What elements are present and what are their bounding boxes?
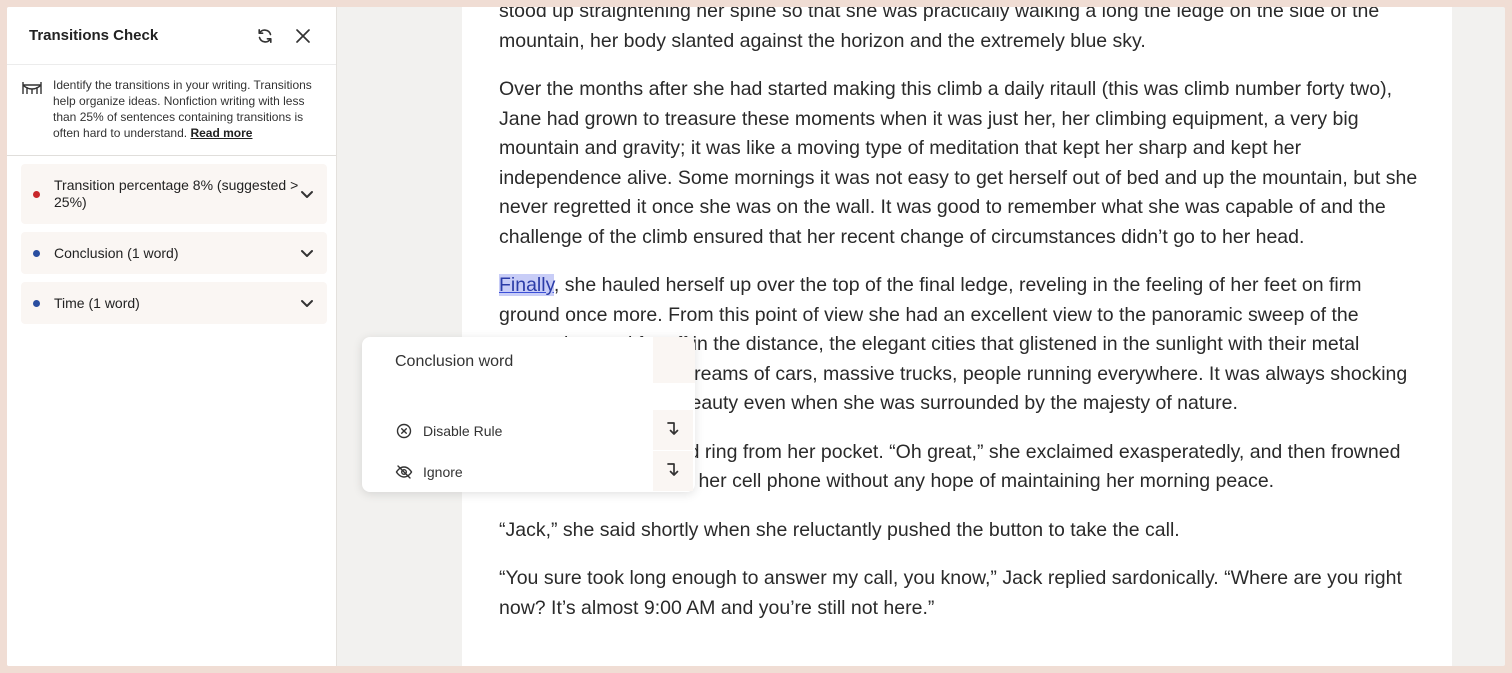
sidebar-item-label: Time (1 word) (54, 294, 140, 311)
status-dot (33, 190, 40, 198)
sidebar-item-label: Transition percentage 8% (suggested > 25… (54, 177, 299, 210)
suggestion-popup: Conclusion word Disable Rule Ignore (362, 337, 695, 492)
popup-corner (653, 337, 695, 383)
sidebar-description-text: Identify the transitions in your writing… (53, 78, 312, 140)
apply-arrow-button[interactable] (653, 410, 693, 450)
disable-rule-button[interactable]: Disable Rule (395, 422, 502, 440)
bridge-icon (21, 79, 45, 141)
eye-slash-icon (395, 463, 413, 481)
highlighted-transition-word[interactable]: Finally (499, 274, 554, 296)
sidebar-item-transition-percentage[interactable]: Transition percentage 8% (suggested > 25… (21, 164, 327, 224)
chevron-down-icon (299, 295, 315, 311)
apply-arrow-button[interactable] (653, 451, 693, 491)
status-dot (33, 249, 40, 257)
turn-down-arrow-icon (666, 420, 680, 441)
sidebar-item-time[interactable]: Time (1 word) (21, 282, 327, 324)
ignore-button[interactable]: Ignore (395, 463, 463, 481)
status-dot (33, 299, 40, 307)
app-frame: Transitions Check Identify the transitio… (7, 7, 1505, 666)
refresh-icon[interactable] (254, 25, 276, 47)
sidebar-description: Identify the transitions in your writing… (7, 65, 336, 156)
chevron-down-icon (299, 186, 315, 202)
transitions-sidebar: Transitions Check Identify the transitio… (7, 7, 337, 666)
paragraph: “Jack,” she said shortly when she reluct… (499, 518, 1180, 541)
circle-x-icon (395, 422, 413, 440)
read-more-link[interactable]: Read more (190, 126, 252, 140)
sidebar-header-actions (254, 25, 314, 47)
popup-title: Conclusion word (395, 353, 514, 370)
paragraph: Over the months after she had started ma… (499, 78, 1418, 248)
sidebar-item-label: Conclusion (1 word) (54, 244, 179, 261)
turn-down-arrow-icon (666, 461, 680, 482)
sidebar-header: Transitions Check (7, 7, 336, 65)
disable-rule-label: Disable Rule (423, 423, 503, 439)
chevron-down-icon (299, 245, 315, 261)
sidebar-title: Transitions Check (29, 27, 159, 44)
paragraph: “You sure took long enough to answer my … (499, 567, 1402, 619)
document-text[interactable]: stood up straightening her spine so that… (499, 7, 1419, 642)
sidebar-item-conclusion[interactable]: Conclusion (1 word) (21, 232, 327, 274)
ignore-label: Ignore (423, 464, 463, 480)
close-icon[interactable] (292, 25, 314, 47)
paragraph: stood up straightening her spine so that… (499, 7, 1380, 52)
